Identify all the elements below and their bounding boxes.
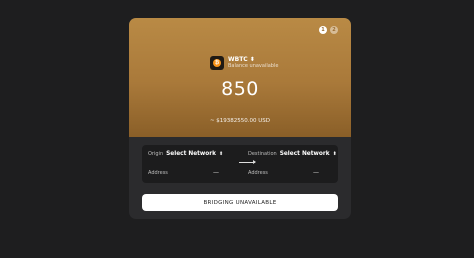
bridging-unavailable-button[interactable]: BRIDGING UNAVAILABLE bbox=[142, 194, 338, 211]
step-2[interactable]: 2 bbox=[330, 26, 338, 34]
origin-label: Origin bbox=[148, 151, 164, 157]
origin-address-label: Address bbox=[148, 170, 168, 176]
origin-address: Address bbox=[148, 170, 168, 176]
token-hero: 1 2 ₿ WBTC ⬍ Balance unavailable 850 ~ $… bbox=[129, 18, 351, 137]
sort-caret-icon: ⬍ bbox=[218, 151, 224, 157]
destination-network-select[interactable]: Destination Select Network ⬍ bbox=[248, 151, 337, 157]
destination-address: Address bbox=[248, 170, 268, 176]
token-selector[interactable]: ₿ WBTC ⬍ Balance unavailable bbox=[210, 56, 278, 70]
step-1[interactable]: 1 bbox=[319, 26, 327, 34]
origin-network-select[interactable]: Origin Select Network ⬍ bbox=[148, 151, 223, 157]
usd-value: ~ $19382550.00 USD bbox=[209, 118, 271, 124]
token-balance: Balance unavailable bbox=[228, 63, 279, 69]
network-panel: Origin Select Network ⬍ Address — Destin… bbox=[142, 145, 338, 183]
arrow-right-icon bbox=[239, 160, 256, 164]
sort-caret-icon: ⬍ bbox=[332, 151, 337, 157]
destination-network-value: Select Network bbox=[279, 151, 330, 157]
destination-label: Destination bbox=[248, 151, 277, 157]
amount-input[interactable]: 850 bbox=[129, 78, 351, 100]
step-indicator: 1 2 bbox=[319, 26, 338, 34]
destination-address-value: — bbox=[313, 169, 319, 176]
origin-network-value: Select Network bbox=[166, 151, 216, 157]
origin-address-value: — bbox=[213, 169, 219, 176]
destination-address-label: Address bbox=[248, 170, 268, 176]
wbtc-icon: ₿ bbox=[210, 56, 224, 70]
bridge-card: 1 2 ₿ WBTC ⬍ Balance unavailable 850 ~ $… bbox=[129, 18, 351, 219]
